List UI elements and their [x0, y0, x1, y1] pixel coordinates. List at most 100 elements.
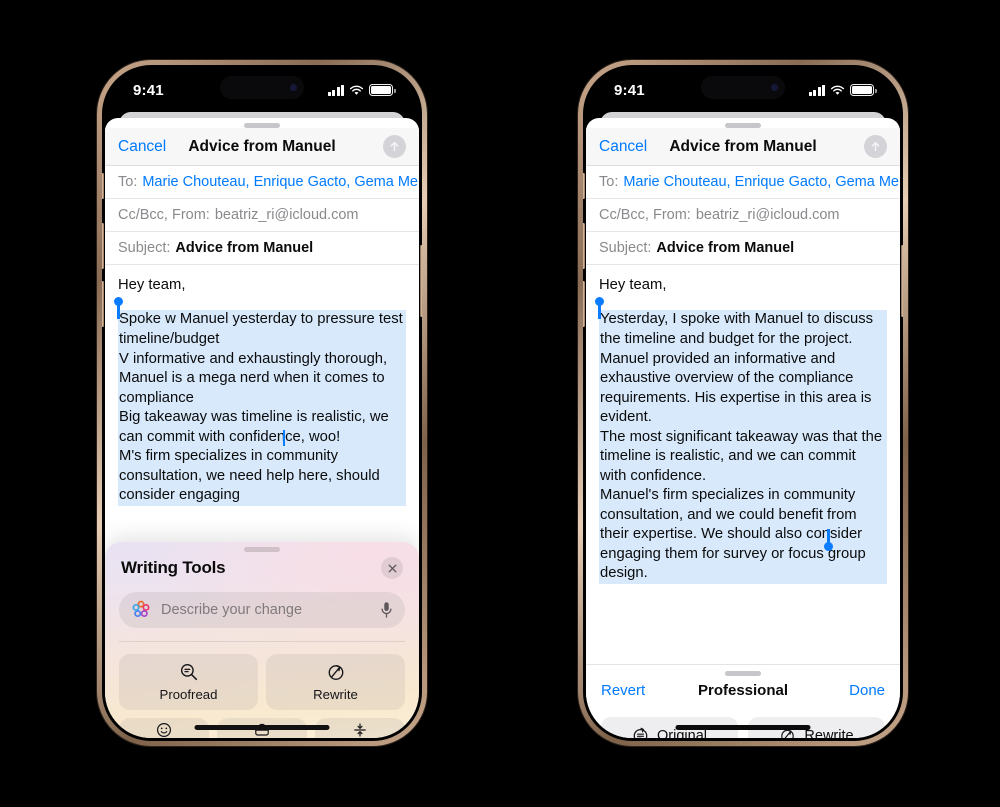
battery-full-icon [369, 84, 396, 96]
status-bar-right: 9:41 [586, 68, 900, 112]
silent-switch-button[interactable] [102, 173, 104, 199]
compress-arrows-icon [354, 722, 366, 737]
revert-button[interactable]: Revert [601, 682, 645, 699]
wifi-icon [830, 85, 845, 95]
proofread-button[interactable]: Proofread [119, 653, 258, 710]
to-field[interactable]: To: Marie Chouteau, Enrique Gacto, Gema … [586, 166, 900, 199]
phone-left: 9:41 Cancel Advice from Manuel To: Marie… [97, 60, 427, 746]
to-recipients[interactable]: Marie Chouteau, Enrique Gacto, Gema Merc… [142, 174, 419, 190]
status-indicators [808, 84, 877, 96]
compose-sheet-right: Cancel Advice from Manuel To: Marie Chou… [586, 118, 900, 738]
cellular-bars-icon [808, 84, 825, 96]
rewritten-line: The most significant takeaway was that t… [599, 427, 887, 487]
power-button[interactable] [901, 245, 903, 317]
email-body-right[interactable]: Hey team, Yesterday, I spoke with Manuel… [586, 265, 900, 584]
subject-field[interactable]: Subject: Advice from Manuel [105, 232, 419, 265]
status-bar-left: 9:41 [105, 68, 419, 112]
subject-value[interactable]: Advice from Manuel [175, 240, 313, 256]
close-x-icon [388, 564, 396, 572]
cancel-button[interactable]: Cancel [599, 138, 647, 156]
home-indicator[interactable] [675, 725, 811, 730]
compose-navbar-right: Cancel Advice from Manuel [586, 128, 900, 166]
writing-tools-primary-row: Proofread Rewrite [105, 653, 419, 710]
from-address[interactable]: beatriz_ri@icloud.com [215, 207, 359, 223]
power-button[interactable] [420, 245, 422, 317]
phone-right: 9:41 Cancel Advice from Manuel To: Marie… [578, 60, 908, 746]
greeting-text: Hey team, [599, 277, 667, 293]
subject-label: Subject: [118, 240, 171, 256]
selected-text-block[interactable]: Spoke w Manuel yesterday to pressure tes… [114, 297, 406, 506]
writing-tools-panel: Writing Tools Describe your change Proof… [105, 542, 419, 738]
ccbcc-field[interactable]: Cc/Bcc, From: beatriz_ri@icloud.com [105, 199, 419, 232]
home-indicator[interactable] [194, 725, 330, 730]
ccbcc-label: Cc/Bcc, From: [118, 207, 210, 223]
ccbcc-label: Cc/Bcc, From: [599, 207, 691, 223]
subject-field[interactable]: Subject: Advice from Manuel [586, 232, 900, 265]
rewrite-toolbar-header: Revert Professional Done [586, 676, 900, 699]
rewritten-line: Manuel provided an informative and exhau… [599, 349, 887, 428]
rewritten-line: Manuel's firm specializes in community c… [599, 486, 887, 584]
siri-sparkle-icon [132, 600, 150, 618]
phone-right-screen: 9:41 Cancel Advice from Manuel To: Marie… [586, 68, 900, 738]
rewritten-line: Yesterday, I spoke with Manuel to discus… [599, 310, 887, 350]
writing-tools-header: Writing Tools [105, 552, 419, 579]
phone-left-body: 9:41 Cancel Advice from Manuel To: Marie… [102, 65, 422, 741]
phone-left-screen: 9:41 Cancel Advice from Manuel To: Marie… [105, 68, 419, 738]
original-text-circle-icon [633, 727, 648, 738]
selection-end-caret[interactable] [283, 430, 286, 447]
smiley-face-icon [157, 722, 171, 737]
send-arrow-up-icon [871, 141, 880, 152]
close-button[interactable] [381, 557, 403, 579]
to-label: To: [599, 174, 619, 190]
cancel-button[interactable]: Cancel [118, 138, 166, 156]
silent-switch-button[interactable] [583, 173, 585, 199]
status-indicators [327, 84, 396, 96]
from-address[interactable]: beatriz_ri@icloud.com [696, 207, 840, 223]
compose-navbar-left: Cancel Advice from Manuel [105, 128, 419, 166]
volume-down-button[interactable] [583, 281, 585, 327]
phone-right-body: 9:41 Cancel Advice from Manuel To: Marie… [583, 65, 903, 741]
subject-value[interactable]: Advice from Manuel [656, 240, 794, 256]
rewrite-circle-arrow-icon [328, 664, 343, 680]
selected-line: Big takeaway was timeline is realistic, … [118, 408, 406, 448]
selected-line: Spoke w Manuel yesterday to pressure tes… [118, 310, 406, 350]
selected-line: M's firm specializes in community consul… [118, 447, 406, 506]
rewrite-button[interactable]: Rewrite [266, 653, 405, 710]
rewrite-label: Rewrite [313, 686, 358, 702]
magnifier-proofread-icon [180, 663, 197, 680]
rewrite-toolbar: Revert Professional Done Original Rewrit… [586, 664, 900, 738]
to-recipients[interactable]: Marie Chouteau, Enrique Gacto, Gema Merc… [623, 174, 900, 190]
selected-line: V informative and exhaustingly thorough,… [118, 349, 406, 409]
email-body-left[interactable]: Hey team, Spoke w Manuel yesterday to pr… [105, 265, 419, 506]
proofread-label: Proofread [159, 686, 218, 702]
rewritten-text-block[interactable]: Yesterday, I spoke with Manuel to discus… [595, 297, 887, 584]
done-button[interactable]: Done [849, 682, 885, 699]
microphone-icon[interactable] [380, 601, 393, 619]
selection-start-handle[interactable] [114, 297, 123, 320]
status-time: 9:41 [133, 81, 164, 99]
front-camera-icon [771, 84, 778, 91]
screenshot-stage: 9:41 Cancel Advice from Manuel To: Marie… [0, 0, 1000, 807]
greeting-text: Hey team, [118, 277, 186, 293]
selection-start-handle[interactable] [595, 297, 604, 320]
ccbcc-field[interactable]: Cc/Bcc, From: beatriz_ri@icloud.com [586, 199, 900, 232]
rewrite-label: Rewrite [804, 727, 854, 739]
send-arrow-up-icon [390, 141, 399, 152]
front-camera-icon [290, 84, 297, 91]
compose-sheet-left: Cancel Advice from Manuel To: Marie Chou… [105, 118, 419, 738]
send-button[interactable] [864, 135, 887, 158]
battery-full-icon [850, 84, 877, 96]
writing-tools-title: Writing Tools [121, 558, 226, 577]
to-field[interactable]: To: Marie Chouteau, Enrique Gacto, Gema … [105, 166, 419, 199]
wifi-icon [349, 85, 364, 95]
describe-change-placeholder: Describe your change [161, 602, 303, 618]
cellular-bars-icon [327, 84, 344, 96]
subject-label: Subject: [599, 240, 652, 256]
status-time: 9:41 [614, 81, 645, 99]
volume-up-button[interactable] [102, 223, 104, 269]
send-button[interactable] [383, 135, 406, 158]
volume-up-button[interactable] [583, 223, 585, 269]
writing-tools-divider [119, 641, 405, 642]
describe-change-input[interactable]: Describe your change [119, 592, 405, 628]
volume-down-button[interactable] [102, 281, 104, 327]
